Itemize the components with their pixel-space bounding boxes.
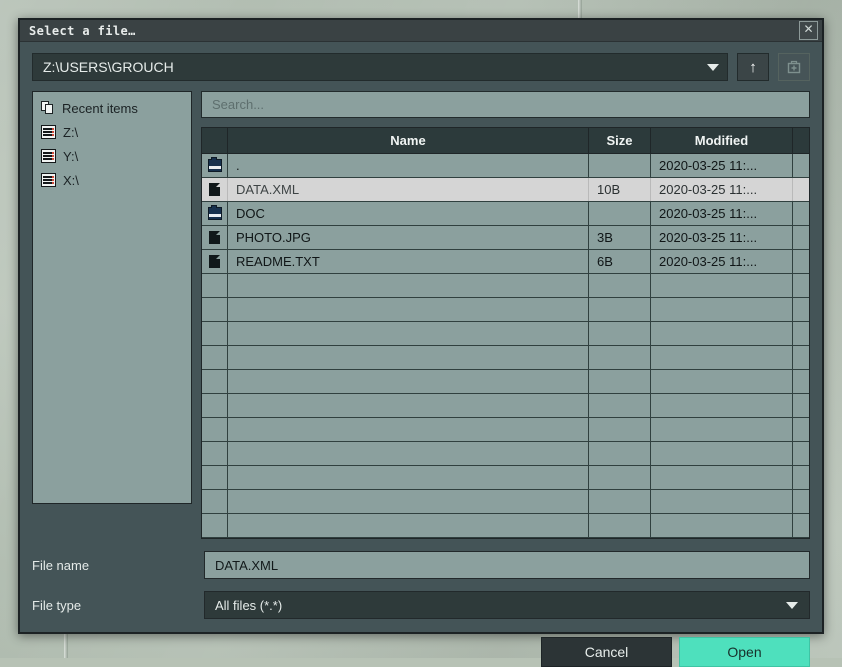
column-header-modified[interactable]: Modified <box>651 128 793 153</box>
row-spacer-cell <box>793 178 809 201</box>
row-size-cell <box>589 154 651 177</box>
sidebar-item-label: Y:\ <box>63 149 78 164</box>
table-row-empty[interactable] <box>202 274 809 298</box>
table-row[interactable]: DOC 2020-03-25 11:... <box>202 202 809 226</box>
dialog-body: Recent items Z:\ Y:\ X:\ Search... <box>20 81 822 539</box>
row-name-cell: README.TXT <box>228 250 589 273</box>
file-icon <box>209 183 220 196</box>
recent-items-icon <box>41 101 55 115</box>
filename-input[interactable]: DATA.XML <box>204 551 810 579</box>
drive-icon <box>41 125 56 139</box>
dialog-actions: Cancel Open <box>20 631 822 667</box>
dialog-form: File name DATA.XML File type All files (… <box>20 539 822 619</box>
sidebar-item-label: Recent items <box>62 101 138 116</box>
row-icon-cell <box>202 250 228 273</box>
row-size-cell: 3B <box>589 226 651 249</box>
row-spacer-cell <box>793 154 809 177</box>
table-row[interactable]: PHOTO.JPG3B2020-03-25 11:... <box>202 226 809 250</box>
path-value: Z:\USERS\GROUCH <box>43 59 707 75</box>
row-name-cell: . <box>228 154 589 177</box>
file-icon <box>209 255 220 268</box>
row-modified-cell: 2020-03-25 11:... <box>651 226 793 249</box>
drive-icon <box>41 149 56 163</box>
desktop-seam-top <box>578 0 582 20</box>
filename-row: File name DATA.XML <box>32 551 810 579</box>
row-icon-cell <box>202 178 228 201</box>
filetype-label: File type <box>32 598 204 613</box>
row-name-cell: DOC <box>228 202 589 225</box>
filetype-value: All files (*.*) <box>215 598 786 613</box>
folder-icon <box>208 207 222 220</box>
file-browser-pane: Search... Name Size Modified . 2020-03-25… <box>201 91 810 539</box>
row-size-cell: 10B <box>589 178 651 201</box>
row-spacer-cell <box>793 250 809 273</box>
chevron-down-icon[interactable] <box>707 64 719 71</box>
row-size-cell <box>589 202 651 225</box>
sidebar-item-label: X:\ <box>63 173 79 188</box>
row-name-cell: DATA.XML <box>228 178 589 201</box>
parent-directory-button[interactable]: ↑ <box>737 53 769 81</box>
column-header-spacer <box>793 128 809 153</box>
filename-value: DATA.XML <box>215 558 278 573</box>
table-row-empty[interactable] <box>202 466 809 490</box>
table-row[interactable]: README.TXT6B2020-03-25 11:... <box>202 250 809 274</box>
table-row-empty[interactable] <box>202 514 809 538</box>
up-arrow-icon: ↑ <box>749 60 757 75</box>
table-row-empty[interactable] <box>202 370 809 394</box>
dialog-title: Select a file… <box>29 24 799 38</box>
filename-label: File name <box>32 558 204 573</box>
row-modified-cell: 2020-03-25 11:... <box>651 250 793 273</box>
chevron-down-icon <box>786 602 798 609</box>
column-header-icon <box>202 128 228 153</box>
filetype-select[interactable]: All files (*.*) <box>204 591 810 619</box>
search-placeholder: Search... <box>212 97 264 112</box>
new-folder-button[interactable] <box>778 53 810 81</box>
sidebar-item-drive-z[interactable]: Z:\ <box>33 120 191 144</box>
new-folder-icon <box>786 59 802 75</box>
sidebar-item-label: Z:\ <box>63 125 78 140</box>
dialog-titlebar: Select a file… ✕ <box>20 20 822 42</box>
cancel-button[interactable]: Cancel <box>541 637 672 667</box>
sidebar-item-drive-y[interactable]: Y:\ <box>33 144 191 168</box>
row-modified-cell: 2020-03-25 11:... <box>651 178 793 201</box>
file-dialog-window: Select a file… ✕ Z:\USERS\GROUCH ↑ Recen… <box>18 18 824 634</box>
places-sidebar: Recent items Z:\ Y:\ X:\ <box>32 91 192 504</box>
sidebar-item-recent-items[interactable]: Recent items <box>33 96 191 120</box>
file-rows-container: .2020-03-25 11:...DATA.XML10B2020-03-25 … <box>202 154 809 538</box>
row-modified-cell: 2020-03-25 11:... <box>651 202 793 225</box>
folder-icon <box>208 159 222 172</box>
drive-icon <box>41 173 56 187</box>
open-button[interactable]: Open <box>679 637 810 667</box>
row-modified-cell: 2020-03-25 11:... <box>651 154 793 177</box>
path-toolbar: Z:\USERS\GROUCH ↑ <box>20 42 822 81</box>
table-header-row: Name Size Modified <box>202 128 809 154</box>
column-header-name[interactable]: Name <box>228 128 589 153</box>
file-icon <box>209 231 220 244</box>
row-icon-cell <box>202 202 228 225</box>
table-row[interactable]: DATA.XML10B2020-03-25 11:... <box>202 178 809 202</box>
table-row-empty[interactable] <box>202 490 809 514</box>
sidebar-item-drive-x[interactable]: X:\ <box>33 168 191 192</box>
table-row[interactable]: . 2020-03-25 11:... <box>202 154 809 178</box>
row-icon-cell <box>202 154 228 177</box>
row-size-cell: 6B <box>589 250 651 273</box>
table-row-empty[interactable] <box>202 298 809 322</box>
row-icon-cell <box>202 226 228 249</box>
table-row-empty[interactable] <box>202 322 809 346</box>
table-row-empty[interactable] <box>202 442 809 466</box>
row-spacer-cell <box>793 202 809 225</box>
close-icon[interactable]: ✕ <box>799 21 818 40</box>
row-name-cell: PHOTO.JPG <box>228 226 589 249</box>
table-row-empty[interactable] <box>202 394 809 418</box>
table-row-empty[interactable] <box>202 346 809 370</box>
search-input[interactable]: Search... <box>201 91 810 118</box>
column-header-size[interactable]: Size <box>589 128 651 153</box>
row-spacer-cell <box>793 226 809 249</box>
filetype-row: File type All files (*.*) <box>32 591 810 619</box>
path-input[interactable]: Z:\USERS\GROUCH <box>32 53 728 81</box>
table-row-empty[interactable] <box>202 418 809 442</box>
file-list-table[interactable]: Name Size Modified .2020-03-25 11:...DAT… <box>201 127 810 539</box>
